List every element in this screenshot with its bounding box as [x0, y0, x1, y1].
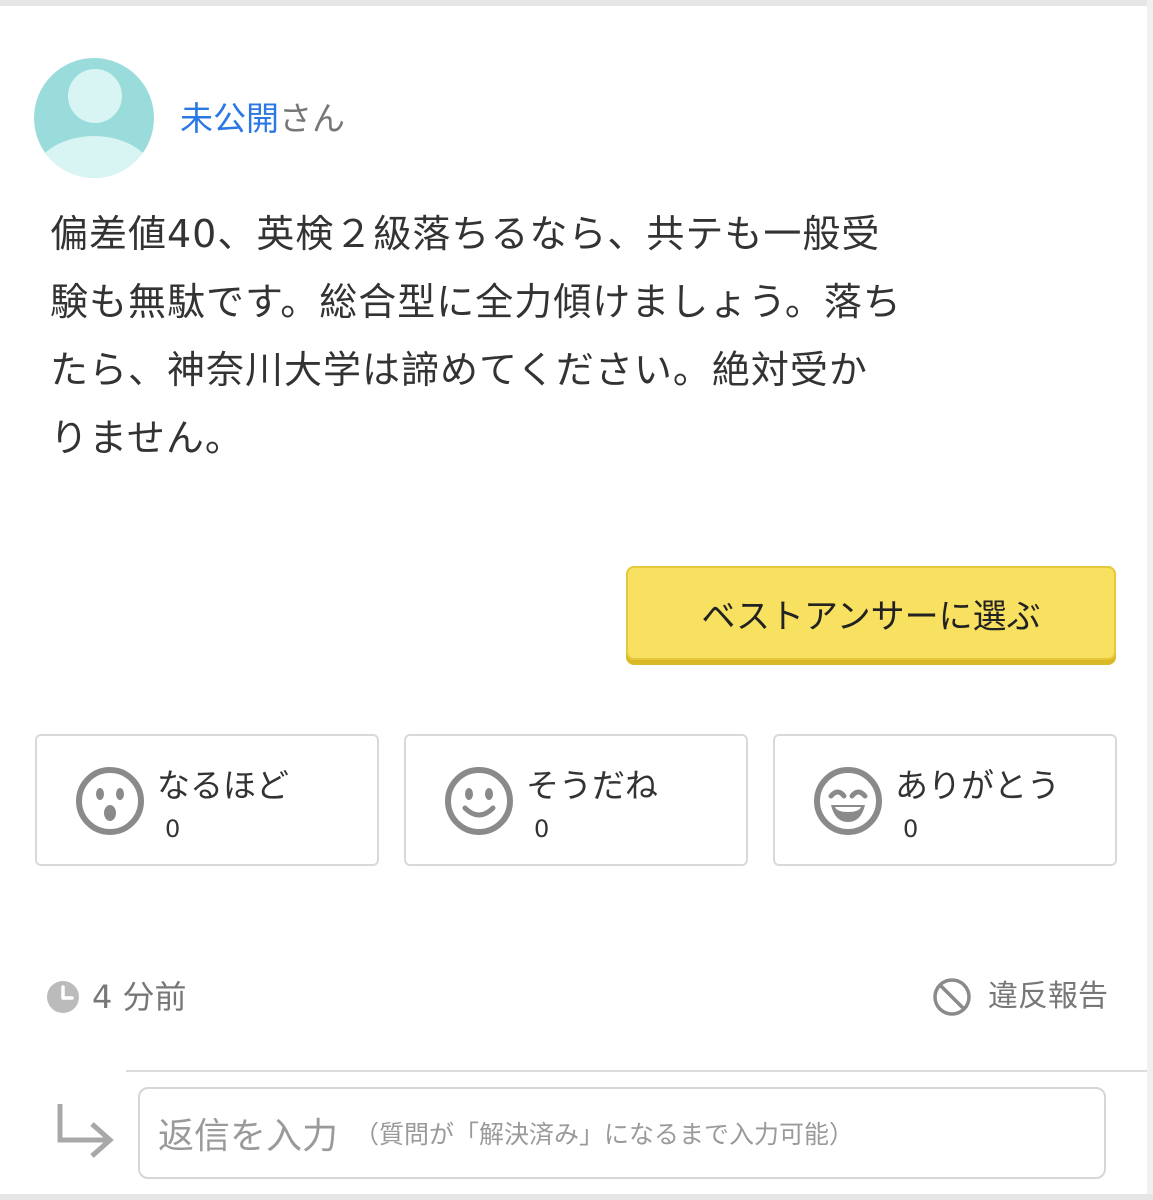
right-border — [1147, 0, 1153, 1200]
reply-arrow-icon — [57, 1104, 114, 1158]
reply-placeholder: 返信を入力 — [158, 1116, 339, 1157]
reaction-label: そうだね — [526, 766, 658, 805]
reaction-naruhodo-button[interactable]: なるほど 0 — [35, 734, 379, 866]
reply-placeholder-note: （質問が「解決済み」になるまで入力可能） — [354, 1120, 855, 1149]
surprised-face-icon — [76, 767, 144, 835]
author-name-link[interactable]: 未公開 — [180, 99, 279, 138]
grin-face-icon — [814, 767, 882, 835]
ban-icon — [933, 978, 971, 1016]
reaction-label: ありがとう — [895, 766, 1060, 805]
reaction-count: 0 — [903, 815, 919, 843]
clock-icon — [47, 981, 79, 1013]
report-label: 違反報告 — [988, 979, 1108, 1014]
reply-input[interactable]: 返信を入力 （質問が「解決済み」になるまで入力可能） — [138, 1087, 1106, 1179]
report-link[interactable]: 違反報告 — [932, 974, 1108, 1020]
reply-divider — [126, 1070, 1147, 1072]
bottom-border — [0, 1194, 1153, 1200]
reaction-label: なるほど — [157, 766, 289, 805]
posted-time: 4 分前 — [92, 978, 187, 1016]
reaction-arigatou-button[interactable]: ありがとう 0 — [773, 734, 1117, 866]
smile-face-icon — [445, 767, 513, 835]
reaction-count: 0 — [165, 815, 181, 843]
author-suffix: さん — [279, 99, 345, 138]
avatar-icon[interactable] — [34, 58, 154, 178]
reaction-soudane-button[interactable]: そうだね 0 — [404, 734, 748, 866]
answer-text: 偏差値40、英検２級落ちるなら、共テも一般受 験も無駄です。総合型に全力傾けまし… — [50, 212, 902, 460]
best-answer-button[interactable]: ベストアンサーに選ぶ — [626, 566, 1116, 660]
top-border — [0, 0, 1153, 6]
reaction-count: 0 — [534, 815, 550, 843]
author: 未公開さん — [180, 96, 345, 142]
